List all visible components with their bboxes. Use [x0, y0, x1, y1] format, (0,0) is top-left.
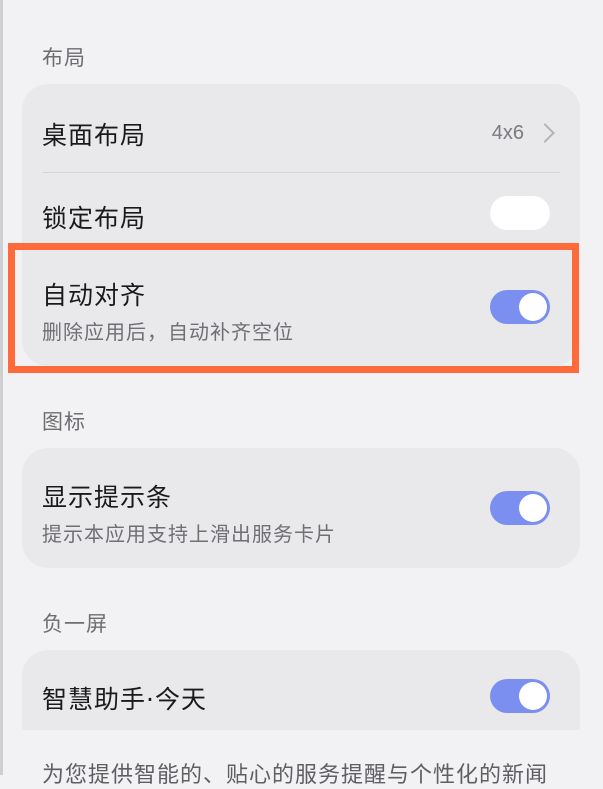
toggle-knob	[519, 494, 547, 522]
smart-assistant-toggle[interactable]	[490, 679, 550, 713]
chevron-right-icon	[535, 123, 555, 143]
smart-assistant-row: 智慧助手·今天	[22, 650, 580, 730]
toggle-knob	[519, 682, 547, 710]
show-hint-bar-row: 显示提示条 提示本应用支持上滑出服务卡片	[22, 448, 580, 568]
toggle-knob	[519, 293, 547, 321]
auto-align-description: 删除应用后，自动补齐空位	[42, 320, 294, 344]
section-header-icons: 图标	[42, 410, 86, 434]
desktop-layout-row[interactable]: 桌面布局 4x6	[22, 84, 580, 172]
show-hint-bar-description: 提示本应用支持上滑出服务卡片	[42, 522, 336, 546]
lock-layout-toggle[interactable]	[490, 196, 550, 230]
auto-align-row: 自动对齐 删除应用后，自动补齐空位	[22, 250, 580, 366]
section-header-layout: 布局	[42, 46, 86, 70]
desktop-layout-value: 4x6	[491, 122, 524, 144]
section-header-minus-one-screen: 负一屏	[42, 612, 108, 636]
icons-card: 显示提示条 提示本应用支持上滑出服务卡片	[22, 448, 580, 568]
smart-assistant-label: 智慧助手·今天	[42, 685, 207, 714]
toggle-knob	[493, 199, 521, 227]
minus-one-screen-description: 为您提供智能的、贴心的服务提醒与个性化的新闻	[42, 763, 549, 788]
screen-left-edge	[0, 0, 3, 775]
lock-layout-label: 锁定布局	[42, 204, 147, 233]
lock-layout-row: 锁定布局	[22, 173, 580, 243]
minus-one-screen-card: 智慧助手·今天	[22, 650, 580, 730]
desktop-layout-label: 桌面布局	[42, 121, 147, 150]
auto-align-toggle[interactable]	[490, 290, 550, 324]
show-hint-bar-toggle[interactable]	[490, 491, 550, 525]
show-hint-bar-label: 显示提示条	[42, 483, 173, 512]
auto-align-label: 自动对齐	[42, 281, 147, 310]
layout-card: 桌面布局 4x6 锁定布局 自动对齐 删除应用后，自动补齐空位	[22, 84, 580, 366]
